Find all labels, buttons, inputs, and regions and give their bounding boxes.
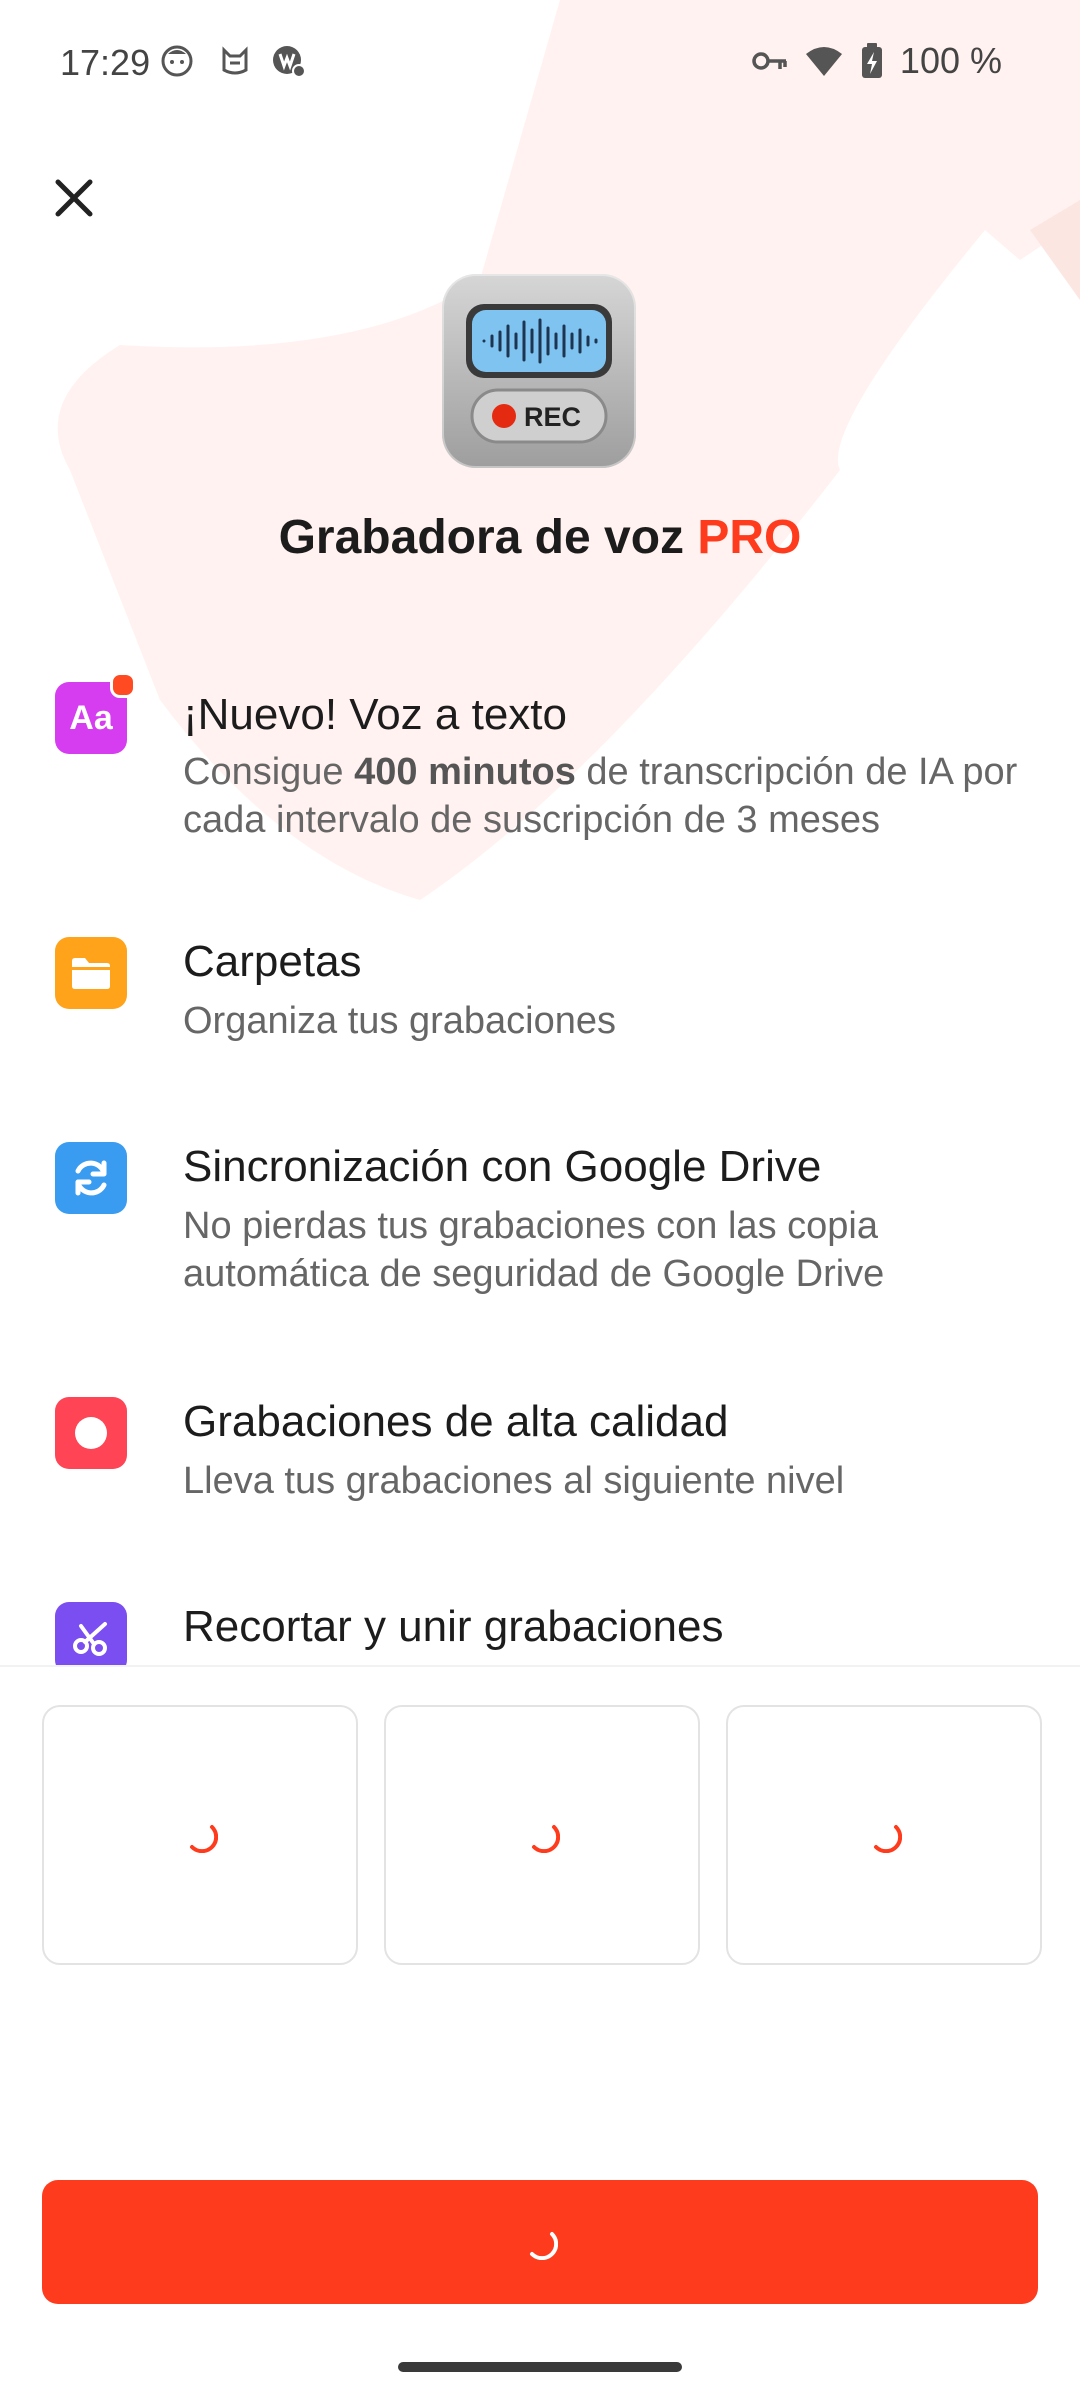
cat-notification-icon [222, 46, 248, 75]
feature-description: Consigue 400 minutos de transcripción de… [183, 751, 1018, 841]
record-icon [55, 1397, 127, 1469]
app-badge-icon [273, 46, 306, 78]
page-title: Grabadora de voz PRO [0, 510, 1080, 565]
sync-icon [55, 1142, 127, 1214]
feature-title: Sincronización con Google Drive [183, 1142, 822, 1191]
rec-label: REC [524, 402, 582, 432]
plan-card-3[interactable] [726, 1705, 1042, 1965]
close-icon [55, 179, 93, 217]
feature-title: ¡Nuevo! Voz a texto [183, 690, 567, 739]
close-button[interactable] [48, 172, 100, 224]
loading-spinner-icon [530, 2232, 558, 2260]
voice-recorder-app-icon: REC [442, 274, 636, 468]
status-time: 17:29 [60, 42, 151, 83]
folder-icon [55, 937, 127, 1009]
wifi-icon [805, 47, 842, 76]
scissors-icon [55, 1602, 127, 1665]
title-main: Grabadora de voz [278, 511, 698, 564]
status-bar: 17:29 100 % [0, 0, 1080, 130]
feature-title: Grabaciones de alta calidad [183, 1397, 729, 1446]
plan-card-2[interactable] [384, 1705, 700, 1965]
face-notification-icon [161, 45, 193, 77]
feature-description: No pierdas tus grabaciones con las copia… [183, 1205, 885, 1295]
battery-percentage: 100 % [899, 40, 1002, 81]
loading-spinner-icon [532, 1825, 560, 1853]
vpn-key-icon [752, 52, 787, 70]
waveform-display-icon [466, 304, 612, 444]
feature-title: Recortar y unir grabaciones [183, 1602, 724, 1651]
new-badge-dot [110, 672, 136, 698]
home-indicator[interactable] [398, 2362, 682, 2372]
feature-title: Carpetas [183, 937, 362, 986]
feature-description: Organiza tus grabaciones [183, 1000, 617, 1042]
section-divider [0, 1665, 1080, 1667]
feature-description: Lleva tus grabaciones al siguiente nivel [183, 1460, 845, 1502]
plan-card-1[interactable] [42, 1705, 358, 1965]
features-list[interactable]: Aa ¡Nuevo! Voz a texto Consigue 400 minu… [0, 640, 1080, 1665]
title-accent: PRO [697, 511, 802, 564]
loading-spinner-icon [874, 1825, 902, 1853]
status-right-group: 100 % [752, 40, 1002, 82]
loading-spinner-icon [190, 1825, 218, 1853]
subscribe-button[interactable] [42, 2180, 1038, 2304]
battery-charging-icon [861, 43, 882, 78]
